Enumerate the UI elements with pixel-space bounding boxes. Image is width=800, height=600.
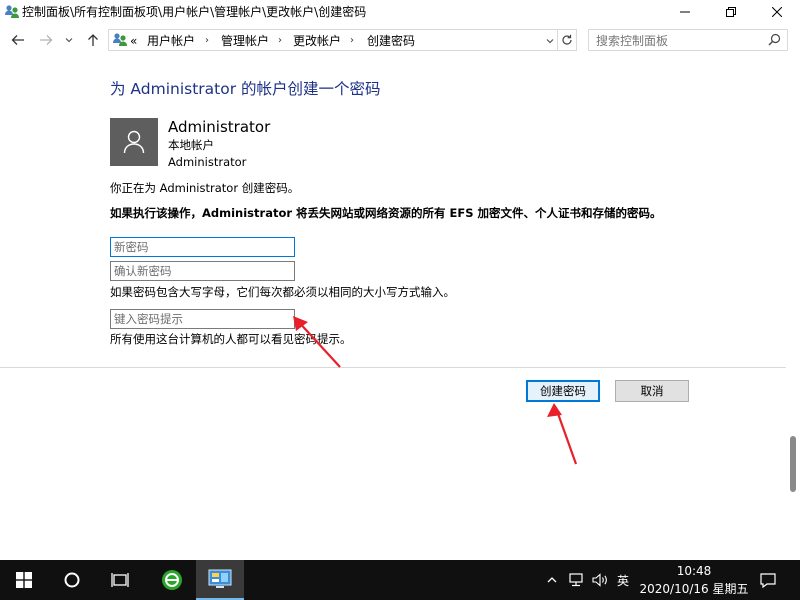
taskbar-app-control-panel[interactable] (196, 560, 244, 600)
annotation-arrows (293, 316, 578, 465)
network-button[interactable] (565, 560, 587, 600)
notification-icon (760, 572, 776, 588)
clock-date: 2020/10/16 星期五 (639, 582, 749, 596)
start-button[interactable] (0, 560, 48, 600)
windows-logo-icon (16, 572, 32, 588)
network-icon (569, 573, 583, 587)
cortana-button[interactable] (48, 560, 96, 600)
control-panel-icon (208, 569, 232, 588)
chevron-up-icon (547, 577, 557, 583)
taskbar-app-browser[interactable] (148, 560, 196, 600)
volume-button[interactable] (589, 560, 611, 600)
task-view-button[interactable] (96, 560, 144, 600)
task-view-icon (111, 573, 129, 587)
cortana-circle-icon (64, 572, 80, 588)
input-method-indicator[interactable]: 英 (612, 560, 634, 600)
control-panel-window: 控制面板\所有控制面板项\用户帐户\管理帐户\更改帐户\创建密码 « 用户帐户 … (0, 0, 800, 560)
arrow-to-hint-field-icon (293, 316, 341, 368)
show-hidden-icons-button[interactable] (542, 560, 562, 600)
ime-label: 英 (616, 573, 629, 588)
arrow-to-create-button-icon (547, 403, 578, 465)
clock-time: 10:48 (676, 564, 712, 578)
taskbar: 英 10:48 2020/10/16 星期五 (0, 560, 800, 600)
browser-globe-icon (162, 570, 182, 590)
speaker-icon (592, 573, 607, 587)
action-center-button[interactable] (752, 560, 784, 600)
